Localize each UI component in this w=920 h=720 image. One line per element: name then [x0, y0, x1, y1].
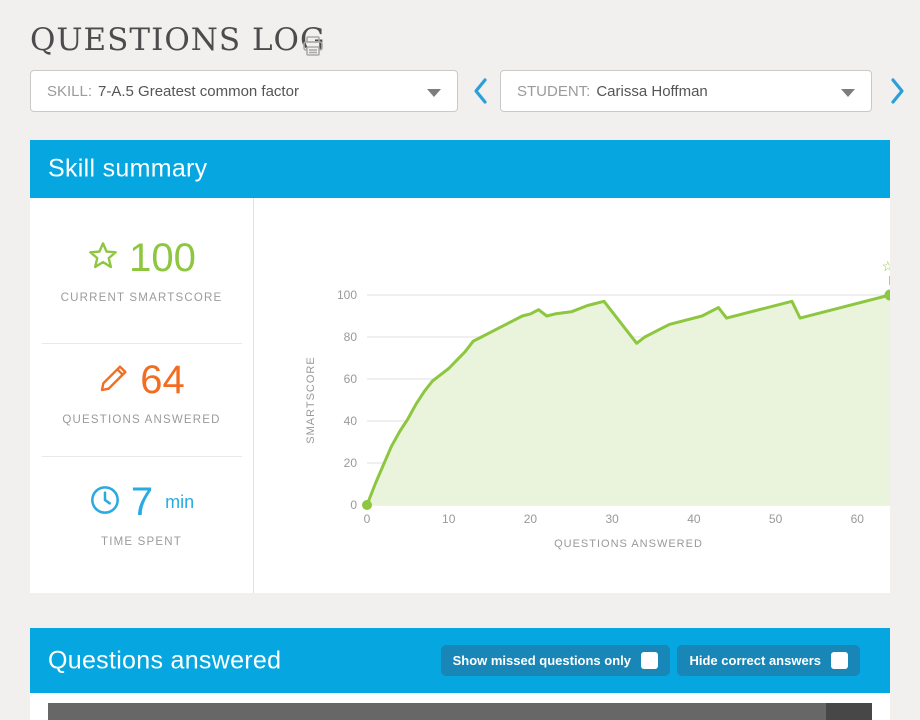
- questions-log-page: QUESTIONS LOG SKILL: 7-A.5 Greatest comm…: [0, 0, 920, 720]
- smartscore-chart: 0 20 40 60 80 100 0 10 20 30 40 50 60 SMARTSCORE QUEST…: [270, 253, 890, 563]
- y-tick-80: 80: [344, 330, 358, 344]
- caret-down-icon: [427, 89, 441, 97]
- y-tick-20: 20: [344, 456, 358, 470]
- x-tick-50: 50: [769, 512, 783, 526]
- time-spent-unit: min: [165, 492, 194, 513]
- y-tick-40: 40: [344, 414, 358, 428]
- time-spent-label: TIME SPENT: [30, 536, 253, 548]
- annotation-star-icon: ☆: [881, 258, 890, 274]
- show-missed-questions-only-button[interactable]: Show missed questions only: [441, 645, 670, 676]
- x-tick-10: 10: [442, 512, 456, 526]
- student-dropdown[interactable]: STUDENT: Carissa Hoffman: [500, 70, 872, 112]
- x-tick-40: 40: [687, 512, 701, 526]
- questions-table-panel: [30, 693, 890, 720]
- questions-answered-label: QUESTIONS ANSWERED: [30, 414, 253, 426]
- smartscore-label: CURRENT SMARTSCORE: [30, 292, 253, 304]
- chevron-left-icon[interactable]: [470, 76, 492, 106]
- show-missed-checkbox[interactable]: [641, 652, 658, 669]
- skill-dropdown-label: SKILL:: [47, 83, 92, 100]
- x-axis-label: QUESTIONS ANSWERED: [554, 538, 703, 550]
- page-title: QUESTIONS LOG: [30, 22, 326, 58]
- hide-correct-checkbox[interactable]: [831, 652, 848, 669]
- x-tick-30: 30: [605, 512, 619, 526]
- y-tick-100: 100: [337, 288, 357, 302]
- skill-summary-header: Skill summary: [30, 140, 890, 198]
- start-point-marker: [362, 500, 372, 510]
- questions-table-header: [48, 703, 872, 720]
- student-dropdown-label: STUDENT:: [517, 83, 590, 100]
- skill-dropdown-value: 7-A.5 Greatest common factor: [98, 83, 299, 100]
- stats-column: 100 CURRENT SMARTSCORE 64 QUESTIONS ANSW: [30, 198, 254, 593]
- printer-icon[interactable]: [301, 34, 325, 58]
- smartscore-value: 100: [129, 238, 196, 278]
- questions-answered-stat: 64 QUESTIONS ANSWERED: [30, 360, 253, 426]
- x-tick-0: 0: [364, 512, 371, 526]
- hide-correct-answers-button[interactable]: Hide correct answers: [677, 645, 860, 676]
- chevron-right-icon[interactable]: [886, 76, 908, 106]
- star-icon: [87, 240, 119, 277]
- hide-correct-answers-label: Hide correct answers: [689, 653, 821, 668]
- student-dropdown-value: Carissa Hoffman: [596, 83, 707, 100]
- caret-down-icon: [841, 89, 855, 97]
- skill-summary-title: Skill summary: [48, 155, 207, 184]
- questions-answered-header: Questions answered Show missed questions…: [30, 628, 890, 693]
- show-missed-questions-only-label: Show missed questions only: [453, 653, 631, 668]
- clock-icon: [89, 484, 121, 521]
- questions-answered-value: 64: [140, 360, 185, 400]
- y-tick-60: 60: [344, 372, 358, 386]
- time-spent-value: 7: [131, 482, 153, 522]
- skill-dropdown[interactable]: SKILL: 7-A.5 Greatest common factor: [30, 70, 458, 112]
- pencil-icon: [98, 362, 130, 399]
- x-tick-60: 60: [851, 512, 865, 526]
- time-spent-stat: 7 min TIME SPENT: [30, 482, 253, 548]
- y-axis-label: SMARTSCORE: [305, 356, 317, 443]
- stat-divider: [42, 456, 242, 457]
- stat-divider: [42, 343, 242, 344]
- x-tick-20: 20: [524, 512, 538, 526]
- chart-area-fill: [367, 295, 890, 505]
- questions-answered-title: Questions answered: [48, 646, 281, 675]
- y-tick-0: 0: [350, 498, 357, 512]
- skill-summary-panel: 100 CURRENT SMARTSCORE 64 QUESTIONS ANSW: [30, 198, 890, 593]
- questions-table-header-end: [826, 703, 872, 720]
- smartscore-stat: 100 CURRENT SMARTSCORE: [30, 238, 253, 304]
